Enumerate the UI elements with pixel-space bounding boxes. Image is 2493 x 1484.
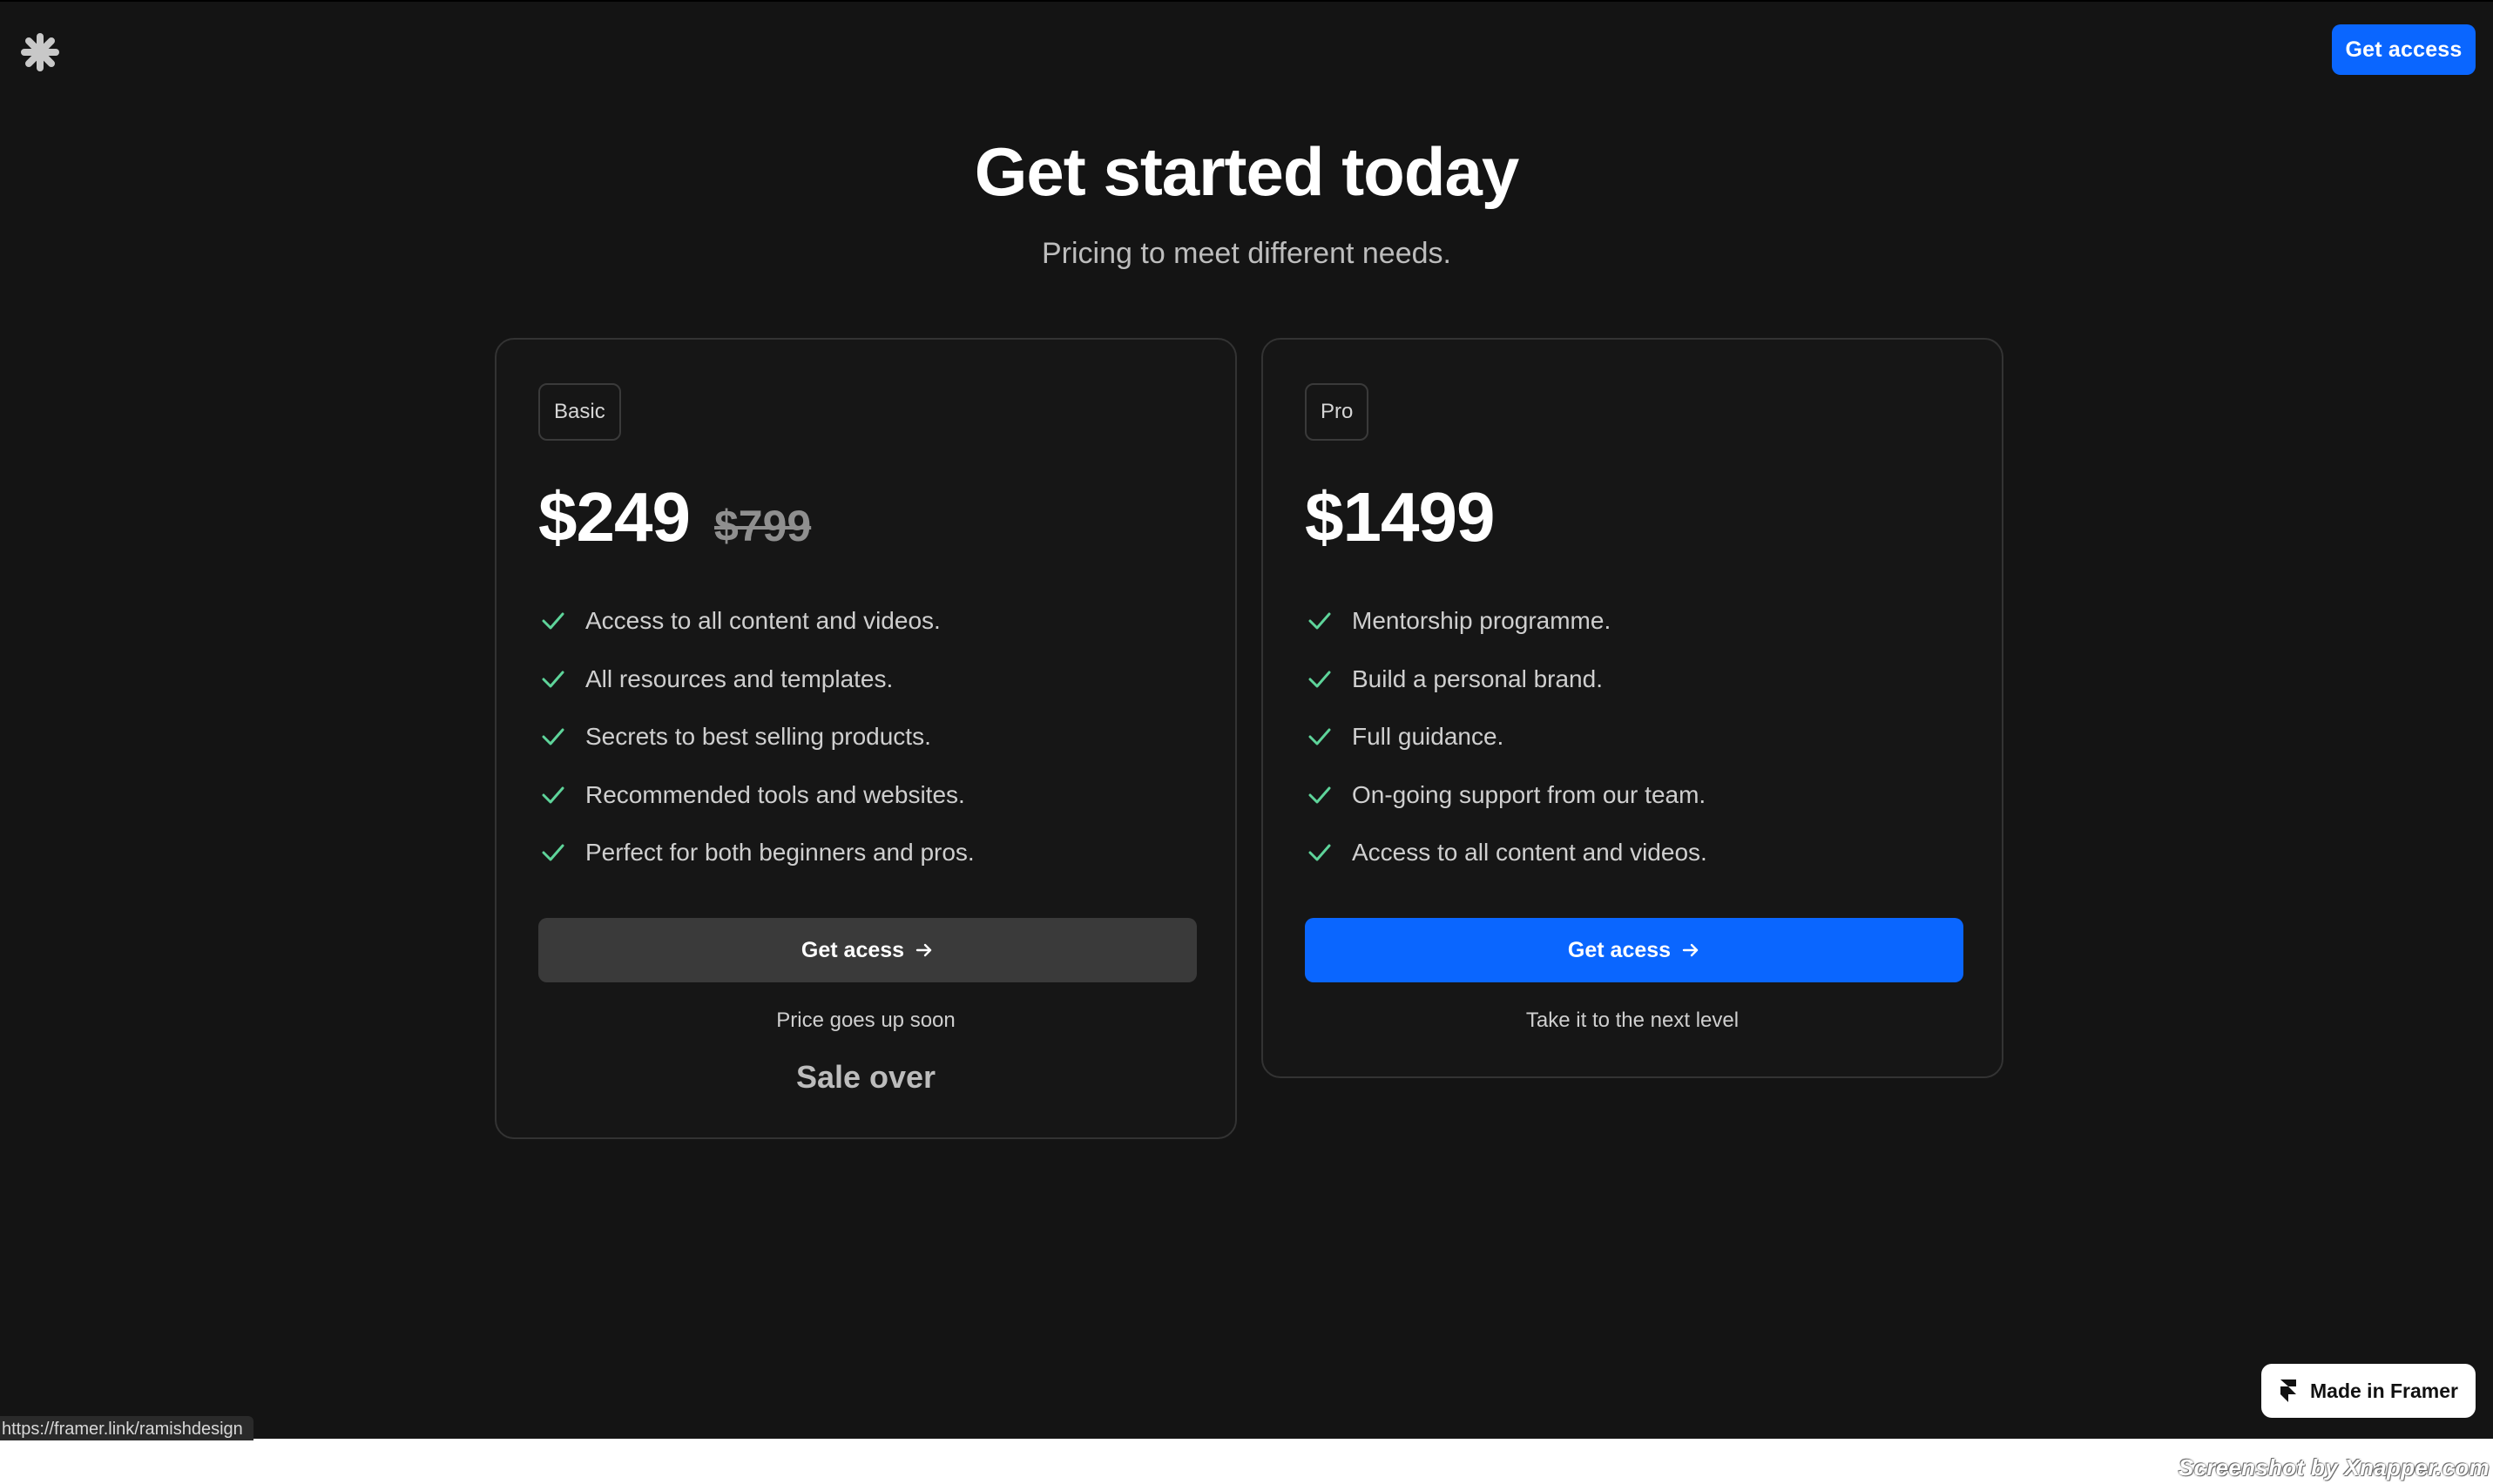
check-icon: [542, 786, 564, 804]
feature-item: Access to all content and videos.: [538, 592, 975, 651]
status-bar-url: https://framer.link/ramishdesign: [0, 1416, 253, 1440]
framer-badge-label: Made in Framer: [2310, 1379, 2458, 1402]
check-icon: [1308, 671, 1331, 688]
plan-old-price: $799: [713, 502, 812, 550]
page: Get access Get started today Pricing to …: [0, 0, 2493, 1440]
get-access-basic-button[interactable]: Get acess: [538, 918, 1197, 982]
feature-list: Mentorship programme. Build a personal b…: [1305, 592, 1707, 882]
get-access-button[interactable]: Get access: [2332, 24, 2476, 75]
feature-item: Secrets to best selling products.: [538, 708, 975, 766]
check-icon: [542, 671, 564, 688]
feature-text: On-going support from our team.: [1352, 780, 1706, 808]
price-row: $249 $799: [538, 477, 811, 557]
feature-text: Build a personal brand.: [1352, 664, 1603, 692]
check-icon: [1308, 612, 1331, 630]
get-access-pro-button[interactable]: Get acess: [1305, 918, 1963, 982]
plan-badge: Pro: [1305, 383, 1369, 441]
feature-text: Access to all content and videos.: [1352, 839, 1707, 867]
plan-price: $249: [538, 478, 691, 556]
check-icon: [1308, 844, 1331, 861]
feature-text: Mentorship programme.: [1352, 607, 1611, 635]
arrow-right-icon: [915, 943, 932, 957]
feature-item: Mentorship programme.: [1305, 592, 1707, 651]
made-in-framer-button[interactable]: Made in Framer: [2261, 1364, 2476, 1418]
feature-item: Full guidance.: [1305, 708, 1707, 766]
framer-logo-icon: [2280, 1379, 2296, 1402]
plan-note: Price goes up soon: [776, 1008, 956, 1032]
arrow-right-icon: [1682, 943, 1699, 957]
check-icon: [1308, 786, 1331, 804]
feature-item: Access to all content and videos.: [1305, 824, 1707, 882]
check-icon: [542, 612, 564, 630]
feature-item: Recommended tools and websites.: [538, 766, 975, 825]
check-icon: [542, 844, 564, 861]
feature-text: Full guidance.: [1352, 723, 1504, 751]
check-icon: [542, 728, 564, 745]
feature-text: Secrets to best selling products.: [585, 723, 931, 751]
feature-item: Perfect for both beginners and pros.: [538, 824, 975, 882]
feature-item: On-going support from our team.: [1305, 766, 1707, 825]
pricing-card-basic: Basic $249 $799 Access to all content an…: [495, 338, 1237, 1139]
page-title: Get started today: [974, 133, 1519, 210]
button-label: Get acess: [801, 937, 905, 962]
sale-status: Sale over: [795, 1059, 936, 1095]
screenshot-watermark: Screenshot by Xnapper.com: [2178, 1454, 2490, 1481]
feature-item: Build a personal brand.: [1305, 651, 1707, 709]
plan-note: Take it to the next level: [1525, 1008, 1740, 1032]
feature-text: Perfect for both beginners and pros.: [585, 839, 975, 867]
feature-item: All resources and templates.: [538, 651, 975, 709]
plan-price: $1499: [1305, 478, 1495, 556]
feature-text: Access to all content and videos.: [585, 607, 941, 635]
price-row: $1499: [1305, 477, 1495, 557]
button-label: Get acess: [1567, 937, 1672, 962]
feature-text: All resources and templates.: [585, 664, 894, 692]
check-icon: [1308, 728, 1331, 745]
pricing-card-pro: Pro $1499 Mentorship programme. Build a …: [1261, 338, 2003, 1078]
page-subtitle: Pricing to meet different needs.: [1042, 237, 1451, 270]
feature-list: Access to all content and videos. All re…: [538, 592, 975, 882]
feature-text: Recommended tools and websites.: [585, 780, 965, 808]
asterisk-icon[interactable]: [21, 33, 59, 71]
plan-badge: Basic: [538, 383, 621, 441]
